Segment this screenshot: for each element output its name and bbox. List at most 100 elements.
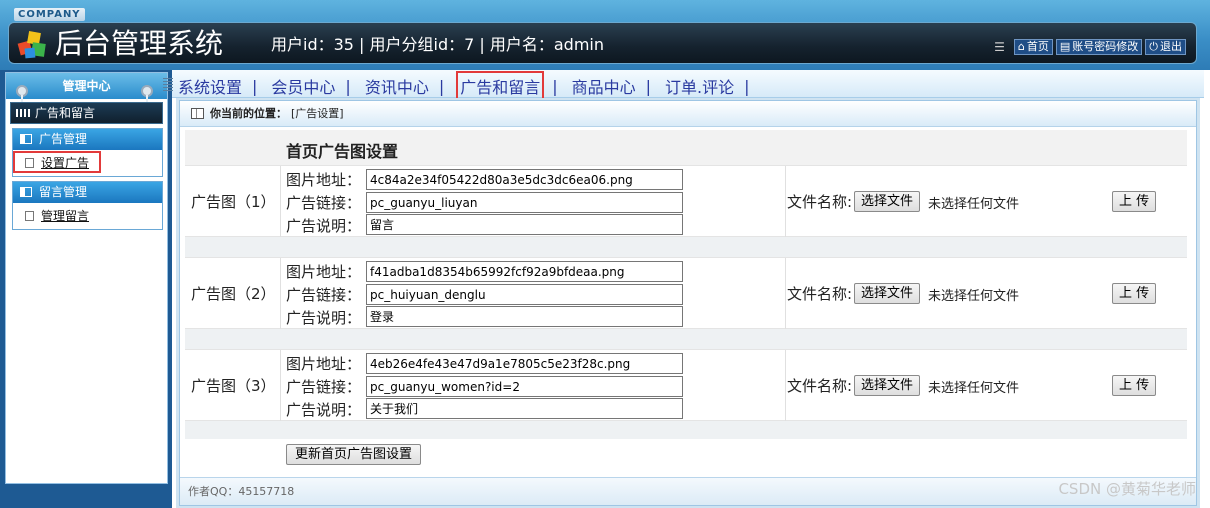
manage-messages-link[interactable]: 管理留言 <box>41 209 89 223</box>
nav-info-center[interactable]: 资讯中心 <box>363 74 431 98</box>
image-label: 图片地址： <box>286 171 362 189</box>
link-label: 广告链接： <box>286 194 362 212</box>
file-name-label: 文件名称: <box>787 377 853 395</box>
nav-separator: | <box>252 76 258 96</box>
app-title: 后台管理系统 <box>55 27 224 60</box>
nav-separator: | <box>552 76 558 96</box>
ad-link-input[interactable] <box>366 376 683 397</box>
panel-icon <box>20 187 32 197</box>
divider <box>280 350 281 422</box>
divider <box>785 350 786 422</box>
management-center-tab[interactable]: 管理中心 <box>6 73 167 105</box>
header-panel: 后台管理系统 用户id：35 | 用户分组id：7 | 用户名：admin ☰ … <box>8 22 1197 64</box>
header-bar: COMPANY 后台管理系统 用户id：35 | 用户分组id：7 | 用户名：… <box>0 0 1210 70</box>
desc-label: 广告说明： <box>286 401 362 419</box>
nav-orders-comments[interactable]: 订单.评论 <box>663 74 736 98</box>
image-label: 图片地址： <box>286 263 362 281</box>
divider <box>280 258 281 330</box>
cubes-logo-icon <box>17 31 46 59</box>
ad-label: 广告图（3） <box>191 377 276 395</box>
nav-member-center[interactable]: 会员中心 <box>269 74 337 98</box>
watermark: CSDN @黄菊华老师 <box>1058 480 1196 498</box>
logout-link[interactable]: ⏻ 退出 <box>1145 39 1186 55</box>
upload-button[interactable]: 上 传 <box>1112 283 1157 304</box>
top-nav: 系统设置 | 会员中心 | 资讯中心 | 广告和留言 | 商品中心 | 订单.评论 | <box>163 70 1204 101</box>
account-icon: ▤ <box>1059 40 1071 53</box>
upload-button[interactable]: 上 传 <box>1112 191 1157 212</box>
choose-file-button[interactable]: 选择文件 <box>854 283 921 304</box>
link-label: 广告链接： <box>286 378 362 396</box>
nav-system-settings[interactable]: 系统设置 <box>176 74 244 98</box>
ad-link-input[interactable] <box>366 192 683 213</box>
spacer-row <box>185 329 1187 349</box>
content-panel: 你当前的位置： [广告设置] 首页广告图设置 广告图（1） 图片地址： 广告链接：… <box>179 100 1197 506</box>
ad-label: 广告图（2） <box>191 285 276 303</box>
nav-separator: | <box>345 76 351 96</box>
form-title: 首页广告图设置 <box>286 142 399 161</box>
author-footer: 作者QQ：45157718 <box>180 477 1196 505</box>
management-center-label: 管理中心 <box>62 79 111 93</box>
nav-product-center[interactable]: 商品中心 <box>570 74 638 98</box>
file-name-label: 文件名称: <box>787 193 853 211</box>
location-prefix: 你当前的位置： <box>210 107 287 120</box>
group-header-message-management[interactable]: 留言管理 <box>13 182 162 203</box>
ad-row: 广告图（1） 图片地址： 广告链接： 广告说明： 文件名称: 选择文件 未选择任… <box>185 165 1187 238</box>
form-title-row: 首页广告图设置 <box>185 130 1187 165</box>
company-badge: COMPANY <box>14 8 85 21</box>
group-header-ad-management[interactable]: 广告管理 <box>13 129 162 150</box>
group-message-management: 留言管理 管理留言 <box>12 181 163 230</box>
left-menu: 管理中心 广告和留言 广告管理 设置广告 留言管理 管理留言 <box>5 72 168 484</box>
ad-label: 广告图（1） <box>191 193 276 211</box>
choose-file-button[interactable]: 选择文件 <box>854 375 921 396</box>
no-file-text: 未选择任何文件 <box>928 381 1020 396</box>
user-info: 用户id：35 | 用户分组id：7 | 用户名：admin <box>271 35 605 54</box>
main-area: 你当前的位置： [广告设置] 首页广告图设置 广告图（1） 图片地址： 广告链接：… <box>176 98 1200 508</box>
nav-separator: | <box>645 76 652 96</box>
power-icon: ⏻ <box>1149 40 1158 53</box>
top-nav-items: 系统设置 | 会员中心 | 资讯中心 | 广告和留言 | 商品中心 | 订单.评论 | <box>176 71 762 101</box>
location-bar: 你当前的位置： [广告设置] <box>180 101 1196 127</box>
desc-label: 广告说明： <box>286 217 362 235</box>
update-ads-button[interactable]: 更新首页广告图设置 <box>286 444 422 465</box>
header-links: ☰ ⌂ 首页 ▤ 账号密码修改 ⏻ 退出 <box>994 39 1186 55</box>
panel-icon <box>20 134 32 144</box>
choose-file-button[interactable]: 选择文件 <box>854 191 921 212</box>
divider <box>280 166 281 238</box>
highlight-box <box>13 151 101 173</box>
spacer-row <box>185 421 1187 439</box>
divider <box>785 166 786 238</box>
ad-link-input[interactable] <box>366 284 683 305</box>
document-icon <box>25 211 34 221</box>
spacer-row <box>185 237 1187 257</box>
ad-desc-input[interactable] <box>366 214 683 235</box>
grid-icon <box>16 109 30 117</box>
image-url-input[interactable] <box>366 353 683 374</box>
account-password-link[interactable]: ▤ 账号密码修改 <box>1055 39 1143 55</box>
home-link[interactable]: ⌂ 首页 <box>1013 39 1053 55</box>
nav-separator: | <box>438 76 445 96</box>
nav-ads-messages[interactable]: 广告和留言 <box>456 71 545 101</box>
submit-row: 更新首页广告图设置 <box>185 439 1187 469</box>
upload-button[interactable]: 上 传 <box>1112 375 1157 396</box>
desc-label: 广告说明： <box>286 309 362 327</box>
nav-separator: | <box>744 76 750 96</box>
image-url-input[interactable] <box>366 169 683 190</box>
ad-desc-input[interactable] <box>366 398 683 419</box>
window-icon <box>191 108 204 119</box>
no-file-text: 未选择任何文件 <box>928 289 1020 304</box>
grip-icon <box>163 77 173 91</box>
section-ads-messages: 广告和留言 <box>10 102 163 124</box>
location-path: [广告设置] <box>291 107 344 120</box>
left-panel: 管理中心 广告和留言 广告管理 设置广告 留言管理 管理留言 <box>0 70 172 508</box>
link-label: 广告链接： <box>286 286 362 304</box>
menu-item-manage-messages[interactable]: 管理留言 <box>13 203 162 229</box>
grip-icon: ☰ <box>994 40 1005 54</box>
image-url-input[interactable] <box>366 261 683 282</box>
home-icon: ⌂ <box>1017 40 1025 53</box>
ad-desc-input[interactable] <box>366 306 683 327</box>
ad-row: 广告图（3） 图片地址： 广告链接： 广告说明： 文件名称: 选择文件 未选择任… <box>185 349 1187 422</box>
ad-row: 广告图（2） 图片地址： 广告链接： 广告说明： 文件名称: 选择文件 未选择任… <box>185 257 1187 330</box>
image-label: 图片地址： <box>286 355 362 373</box>
no-file-text: 未选择任何文件 <box>928 197 1020 212</box>
file-name-label: 文件名称: <box>787 285 853 303</box>
